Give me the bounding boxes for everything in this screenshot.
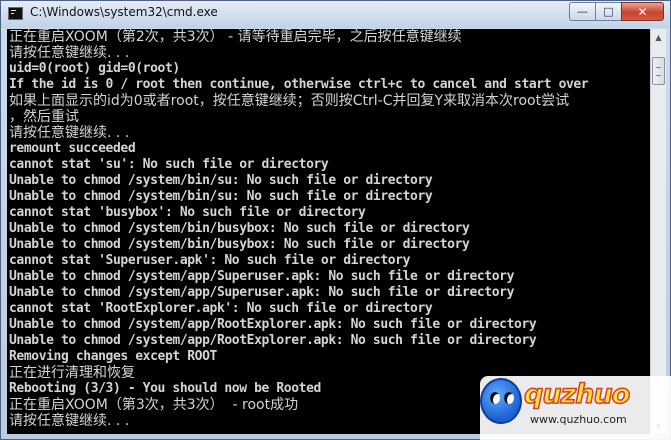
console-line: cannot stat 'su': No such file or direct… xyxy=(9,157,329,172)
console-line: ，然后重试 xyxy=(9,109,79,125)
close-icon: ✕ xyxy=(637,4,648,19)
console-line: 如果上面显示的id为0或者root，按任意键继续；否则按Ctrl-C并回复Y来取… xyxy=(9,93,570,109)
window-title: C:\Windows\system32\cmd.exe xyxy=(30,5,218,19)
console-line: cannot stat 'RootExplorer.apk': No such … xyxy=(9,301,433,316)
console-line: remount succeeded xyxy=(9,141,136,156)
console-line: Removing changes except ROOT xyxy=(9,349,217,364)
scrollbar-thumb[interactable] xyxy=(652,57,665,85)
console-line: If the id is 0 / root then continue, oth… xyxy=(9,77,589,92)
mascot-icon xyxy=(480,378,522,424)
console-line: cannot stat 'Superuser.apk': No such fil… xyxy=(9,253,411,268)
watermark: quzhuo www.quzhuo.com xyxy=(480,376,671,440)
console-line: Unable to chmod /system/bin/busybox: No … xyxy=(9,221,470,236)
watermark-url: www.quzhuo.com xyxy=(530,413,627,426)
title-bar[interactable]: C:\Windows\system32\cmd.exe — □ ✕ xyxy=(1,1,670,28)
maximize-icon: □ xyxy=(603,5,614,18)
close-button[interactable]: ✕ xyxy=(621,2,664,21)
console-line: Unable to chmod /system/bin/su: No such … xyxy=(9,173,433,188)
cmd-window: C:\Windows\system32\cmd.exe — □ ✕ 正在重启XO… xyxy=(0,0,671,440)
console-line: cannot stat 'busybox': No such file or d… xyxy=(9,205,366,220)
console-line: Unable to chmod /system/bin/su: No such … xyxy=(9,189,433,204)
window-controls: — □ ✕ xyxy=(569,2,664,21)
minimize-icon: — xyxy=(577,5,588,18)
watermark-logo: quzhuo xyxy=(523,378,631,411)
scroll-up-button[interactable]: ▲ xyxy=(651,29,666,45)
console-line: 请按任意键继续. . . xyxy=(9,45,130,61)
console-line: Unable to chmod /system/app/Superuser.ap… xyxy=(9,285,515,300)
cmd-app-icon[interactable] xyxy=(8,7,23,20)
console-line: 正在重启XOOM（第2次，共3次） - 请等待重启完毕，之后按任意键继续 xyxy=(9,29,462,45)
vertical-scrollbar[interactable]: ▲ ▼ xyxy=(650,29,666,434)
console-line: Unable to chmod /system/app/Superuser.ap… xyxy=(9,269,515,284)
console-line: Unable to chmod /system/app/RootExplorer… xyxy=(9,317,537,332)
maximize-button[interactable]: □ xyxy=(595,2,621,21)
arrow-up-icon: ▲ xyxy=(655,32,662,42)
console-output[interactable]: 正在重启XOOM（第2次，共3次） - 请等待重启完毕，之后按任意键继续 请按任意… xyxy=(7,29,650,434)
minimize-button[interactable]: — xyxy=(569,2,595,21)
console-line: uid=0(root) gid=0(root) xyxy=(9,61,180,76)
console-line: 请按任意键继续. . . xyxy=(9,125,130,141)
console-line: Unable to chmod /system/bin/busybox: No … xyxy=(9,237,470,252)
console-line: Unable to chmod /system/app/RootExplorer… xyxy=(9,333,537,348)
